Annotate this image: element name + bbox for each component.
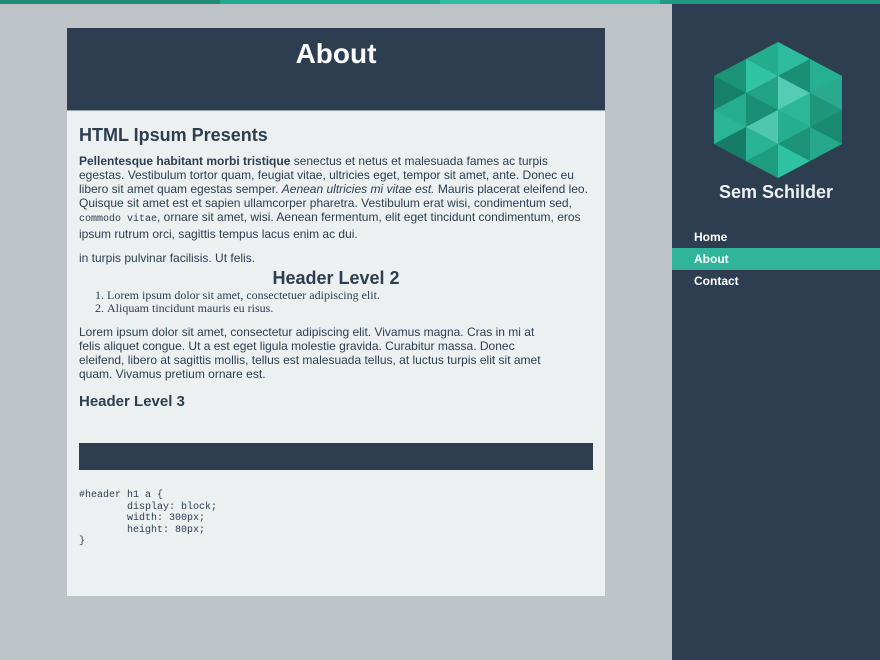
header-level-3: Header Level 3	[79, 393, 185, 410]
list-item: Aliquam tincidunt mauris eu risus.	[107, 302, 593, 315]
page-header: About	[67, 28, 605, 111]
inline-code: commodo vitae	[79, 214, 158, 225]
intro-emphasis: Aenean ultricies mi vitae est.	[281, 182, 435, 196]
blockquote: Lorem ipsum dolor sit amet, consectetur …	[79, 325, 541, 381]
second-paragraph: in turpis pulvinar facilisis. Ut felis.	[79, 251, 256, 265]
main-content: HTML Ipsum Presents Pellentesque habitan…	[67, 125, 605, 548]
intro-paragraph: Pellentesque habitant morbi tristique se…	[79, 154, 593, 241]
sidebar-nav: Home About Contact	[672, 226, 880, 292]
content-panel: About HTML Ipsum Presents Pellentesque h…	[67, 28, 605, 596]
header-level-2: Header Level 2	[272, 268, 400, 288]
nav-item-home[interactable]: Home	[672, 226, 880, 248]
ordered-list: Lorem ipsum dolor sit amet, consectetuer…	[79, 289, 593, 315]
main-heading: HTML Ipsum Presents	[79, 125, 268, 145]
sidebar: Sem Schilder Home About Contact	[672, 4, 880, 660]
hexagon-logo-icon[interactable]	[714, 42, 842, 178]
code-block: #header h1 a { display: block; width: 30…	[79, 490, 218, 547]
dark-divider-bar	[79, 443, 593, 470]
nav-item-about[interactable]: About	[672, 248, 880, 270]
nav-item-contact[interactable]: Contact	[672, 270, 880, 292]
intro-bold: Pellentesque habitant morbi tristique	[79, 154, 291, 168]
site-name[interactable]: Sem Schilder	[672, 182, 880, 203]
page-title: About	[295, 38, 377, 69]
